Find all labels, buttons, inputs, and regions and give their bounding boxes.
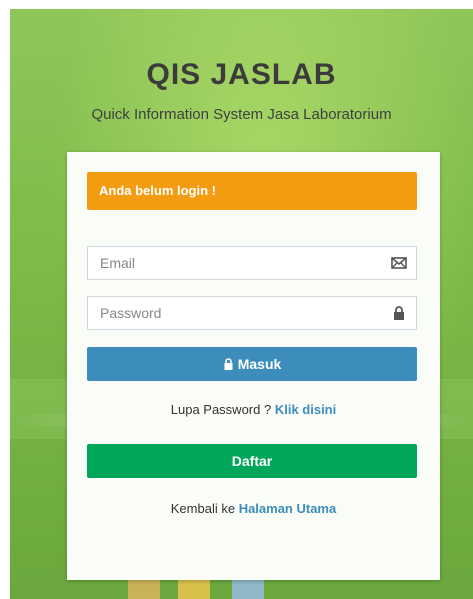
envelope-icon	[391, 256, 407, 270]
lock-icon	[391, 306, 407, 320]
login-panel: Anda belum login ! Masuk Lu	[67, 152, 440, 580]
email-field[interactable]	[87, 246, 417, 280]
login-alert: Anda belum login !	[87, 172, 417, 210]
lock-icon	[223, 348, 234, 382]
login-button[interactable]: Masuk	[87, 347, 417, 381]
email-input[interactable]	[88, 247, 392, 279]
register-label: Daftar	[231, 453, 273, 469]
home-page-link[interactable]: Halaman Utama	[239, 501, 337, 516]
back-home-line: Kembali ke Halaman Utama	[67, 501, 440, 516]
login-label: Masuk	[237, 356, 282, 372]
forgot-password-line: Lupa Password ? Klik disini	[67, 402, 440, 417]
forgot-password-text: Lupa Password ?	[170, 402, 272, 417]
app-title: QIS JASLAB	[146, 58, 337, 91]
password-field[interactable]	[87, 296, 417, 330]
back-home-text: Kembali ke	[170, 501, 236, 516]
password-input[interactable]	[88, 297, 392, 329]
register-button[interactable]: Daftar	[87, 444, 417, 478]
forgot-password-link[interactable]: Klik disini	[275, 402, 336, 417]
app-subtitle: Quick Information System Jasa Laboratori…	[91, 106, 392, 123]
